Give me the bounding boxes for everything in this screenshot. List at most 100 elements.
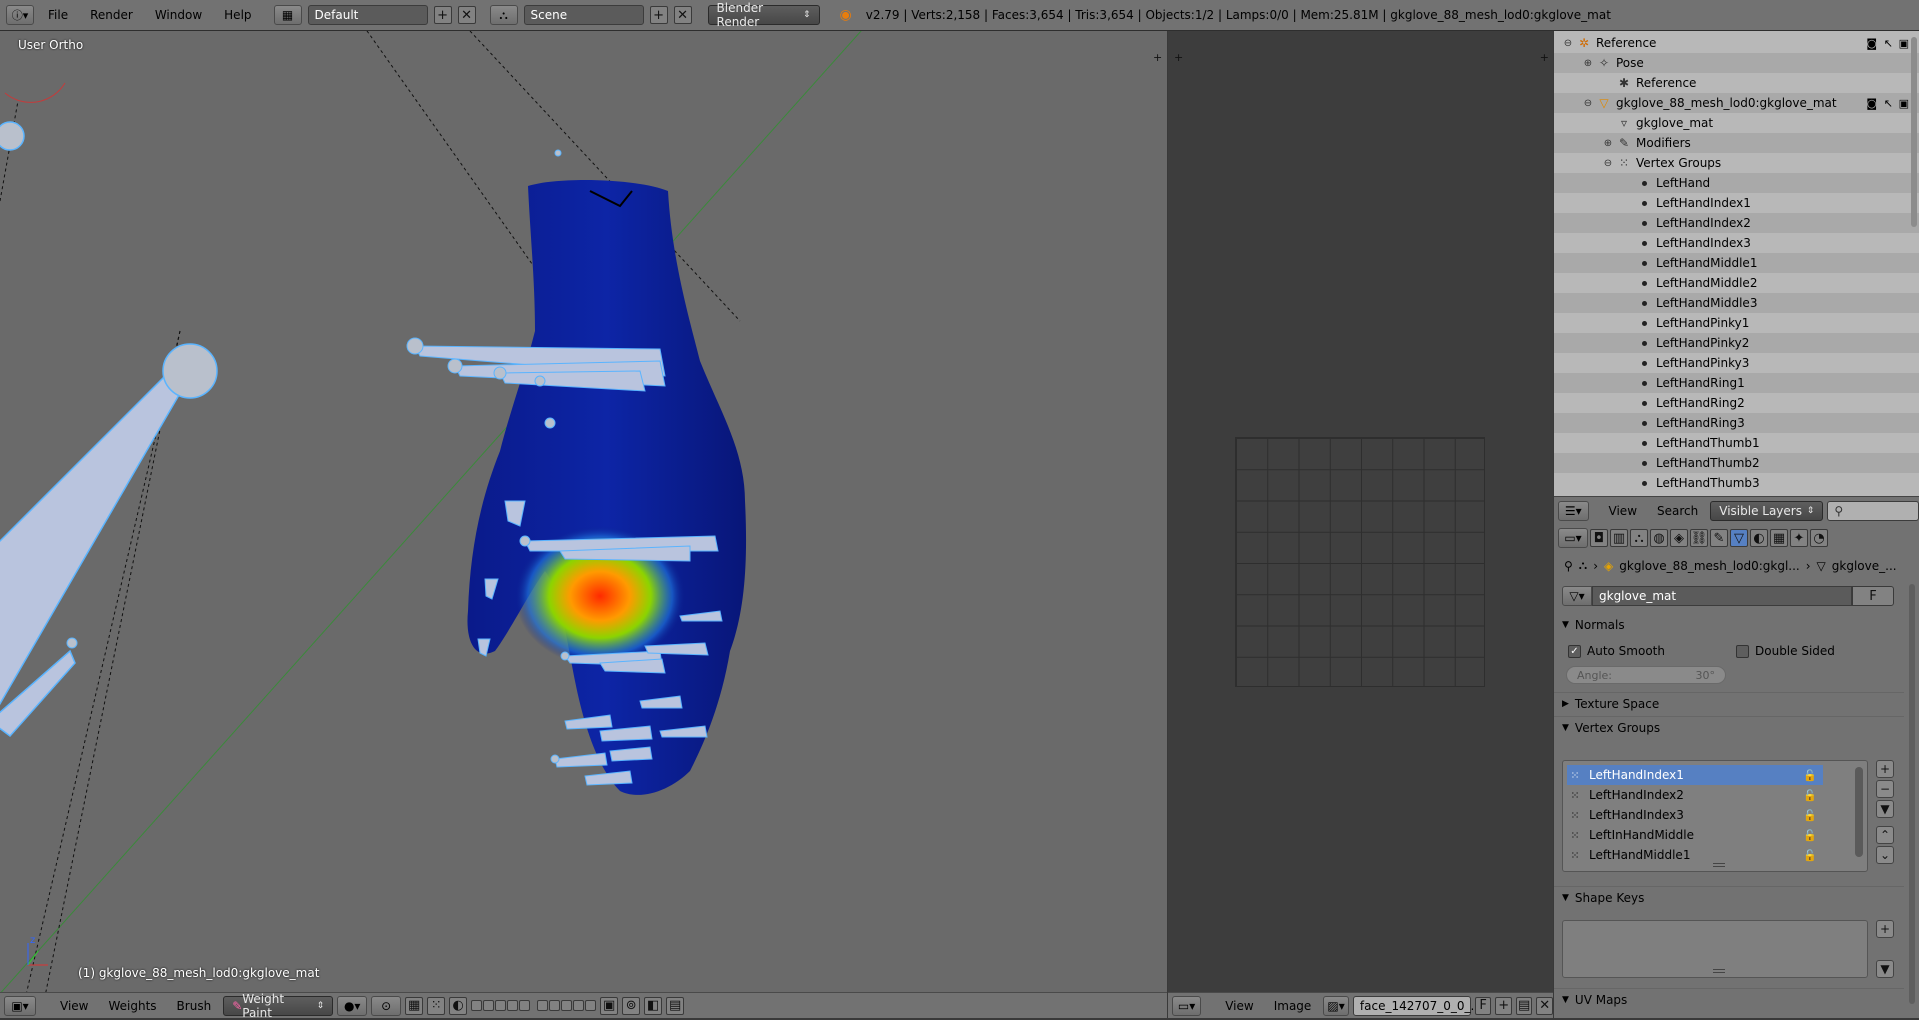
mesh-name-field[interactable]: gkglove_mat [1592, 586, 1852, 606]
bone-joint-hip[interactable] [0, 121, 25, 151]
layer-button[interactable] [519, 1000, 531, 1011]
tab-scene[interactable]: ⛬ [1630, 529, 1648, 547]
vertex-groups-list[interactable]: ⁙ LeftHandIndex1 🔓 ⁙ LeftHandIndex2 🔓 ⁙ LeftHan… [1562, 760, 1868, 872]
mode-dropdown[interactable]: ✎ Weight Paint ⇕ [223, 992, 334, 1020]
outliner-row[interactable]: LeftHandThumb1 [1554, 433, 1919, 453]
auto-smooth-row[interactable]: ✓ Auto Smooth [1568, 644, 1665, 658]
outliner-row[interactable]: LeftHandMiddle3 [1554, 293, 1919, 313]
remove-layout-button[interactable]: ✕ [457, 6, 476, 24]
outliner-row[interactable]: LeftHandPinky3 [1554, 353, 1919, 373]
layer-button[interactable] [471, 1000, 483, 1011]
snap-button[interactable]: ⊚ [622, 996, 641, 1015]
bone-joint-shoulder[interactable] [162, 343, 218, 399]
vertex-group-row[interactable]: ⁙ LeftInHandMiddle 🔓 [1567, 825, 1823, 845]
viewport-shading-button[interactable]: ●▾ [337, 995, 368, 1016]
bone-joint[interactable] [560, 651, 570, 661]
outliner-row[interactable]: ⊖ ▽ gkglove_88_mesh_lod0:gkglove_mat ▣ ↖ ◙ [1554, 93, 1919, 113]
outliner-scrollbar[interactable] [1911, 37, 1917, 227]
bone-joint[interactable] [406, 337, 424, 355]
tab-physics[interactable]: ◔ [1810, 529, 1828, 547]
vertex-group-row[interactable]: ⁙ LeftHandIndex1 🔓 [1567, 765, 1823, 785]
unlink-image-button[interactable]: ✕ [1536, 996, 1553, 1015]
menu-brush[interactable]: Brush [169, 999, 220, 1013]
layer-button[interactable] [507, 1000, 519, 1011]
image-editor[interactable]: + + [1168, 31, 1553, 992]
outliner-row[interactable]: LeftHandRing1 [1554, 373, 1919, 393]
tab-render-layers[interactable]: ▥ [1610, 529, 1628, 547]
layer-button[interactable] [495, 1000, 507, 1011]
list-resize-handle[interactable] [1713, 863, 1725, 867]
layer-button[interactable] [585, 1000, 597, 1011]
outliner-row[interactable]: LeftHandRing2 [1554, 393, 1919, 413]
unlock-icon[interactable]: 🔓 [1803, 789, 1817, 802]
bone-joint[interactable] [544, 417, 556, 429]
unlock-icon[interactable]: 🔓 [1803, 769, 1817, 782]
3d-viewport[interactable]: z User Ortho (1) gkglove_88_mesh_lod0:gk… [0, 31, 1167, 992]
add-layout-button[interactable]: + [433, 6, 452, 24]
unlock-icon[interactable]: 🔓 [1803, 829, 1817, 842]
editor-type-button[interactable]: ☰▾ [1558, 500, 1589, 521]
outliner-row[interactable]: LeftHandPinky2 [1554, 333, 1919, 353]
unlock-icon[interactable]: 🔓 [1803, 809, 1817, 822]
editor-type-button[interactable]: ▭▾ [1558, 528, 1588, 548]
outliner-row[interactable]: ⊕ ✧ Pose [1554, 53, 1919, 73]
viewport-scene[interactable]: z [0, 31, 1167, 992]
add-shape-key-button[interactable]: + [1876, 920, 1894, 938]
tab-particles[interactable]: ✦ [1790, 529, 1808, 547]
layer-button[interactable] [573, 1000, 585, 1011]
outliner-row[interactable]: ✱ Reference [1554, 73, 1919, 93]
bone-thumb[interactable] [477, 638, 491, 657]
tab-material[interactable]: ◐ [1750, 529, 1768, 547]
scene-button[interactable]: ⛬ [489, 5, 518, 25]
normals-panel-header[interactable]: ▼ Normals [1554, 614, 1904, 636]
vertex-groups-scrollbar[interactable] [1855, 767, 1863, 857]
vertex-group-row[interactable]: ⁙ LeftHandMiddle1 🔓 [1567, 845, 1823, 865]
render-engine-dropdown[interactable]: Blender Render ⇕ [707, 1, 820, 29]
outliner-row[interactable]: LeftHandIndex2 [1554, 213, 1919, 233]
unlock-icon[interactable]: 🔓 [1803, 849, 1817, 862]
outliner-row[interactable]: ⊖ ⁙ Vertex Groups [1554, 153, 1919, 173]
bone-joint[interactable] [493, 366, 507, 380]
open-image-button[interactable]: ▤ [1515, 996, 1533, 1015]
vertex-mask-button[interactable]: ⁙ [427, 996, 446, 1015]
tab-render[interactable]: ◘ [1590, 529, 1608, 547]
outliner-search-input[interactable]: ⚲ [1827, 500, 1919, 521]
move-group-down-button[interactable]: ⌄ [1876, 846, 1894, 864]
outliner-row[interactable]: LeftHandThumb2 [1554, 453, 1919, 473]
properties-scrollbar[interactable] [1909, 584, 1915, 1004]
editor-type-button[interactable]: ▣▾ [4, 995, 36, 1016]
menu-file[interactable]: File [40, 8, 76, 22]
editor-type-button[interactable]: ▭▾ [1172, 995, 1202, 1016]
menu-image[interactable]: Image [1266, 999, 1320, 1013]
camera-icon[interactable]: ◙ [1866, 97, 1877, 110]
display-mode-dropdown[interactable]: Visible Layers ⇕ [1710, 500, 1824, 521]
cursor-icon[interactable]: ↖ [1884, 97, 1893, 110]
fake-user-button[interactable]: F [1852, 586, 1894, 606]
area-split-icon[interactable]: + [1153, 51, 1163, 64]
vertex-groups-panel-header[interactable]: ▼ Vertex Groups [1554, 716, 1904, 738]
fake-user-button[interactable]: F [1474, 996, 1492, 1015]
tab-object[interactable]: ◈ [1670, 529, 1688, 547]
outliner-row[interactable]: LeftHandMiddle1 [1554, 253, 1919, 273]
outliner[interactable]: ⊖ ✲ Reference ▣ ↖ ◙ ⊕ ✧ Pose ✱ Reference ⊖ ▽ gkglove_… [1554, 31, 1919, 496]
expand-toggle-icon[interactable]: ⊖ [1560, 35, 1576, 51]
layer-button[interactable] [549, 1000, 561, 1011]
menu-view[interactable]: View [1217, 999, 1261, 1013]
bone-joint[interactable] [534, 375, 546, 387]
outliner-row[interactable]: LeftHand [1554, 173, 1919, 193]
texture-space-panel-header[interactable]: ▶ Texture Space [1554, 692, 1904, 714]
vertex-group-row[interactable]: ⁙ LeftHandIndex2 🔓 [1567, 785, 1823, 805]
opengl-render-button[interactable]: ◧ [644, 996, 663, 1015]
bone-upper-arm[interactable] [0, 359, 191, 721]
opengl-animation-button[interactable]: ▤ [666, 996, 685, 1015]
properties-editor[interactable]: ▭▾ ◘ ▥ ⛬ ◍ ◈ ⛓ ✎ ▽ ◐ ▦ ✦ ◔ ⚲ ⛬ › ◈ gkglo… [1554, 524, 1919, 1018]
menu-window[interactable]: Window [147, 8, 210, 22]
remove-vertex-group-button[interactable]: − [1876, 780, 1894, 798]
outliner-row[interactable]: ⊕ ✎ Modifiers [1554, 133, 1919, 153]
tab-world[interactable]: ◍ [1650, 529, 1668, 547]
bone-joint[interactable] [554, 149, 562, 157]
list-resize-handle[interactable] [1713, 969, 1725, 973]
face-mask-button[interactable]: ▦ [405, 996, 424, 1015]
info-editor-type-button[interactable]: ⓘ▾ [6, 5, 34, 25]
bone-joint[interactable] [519, 535, 531, 547]
